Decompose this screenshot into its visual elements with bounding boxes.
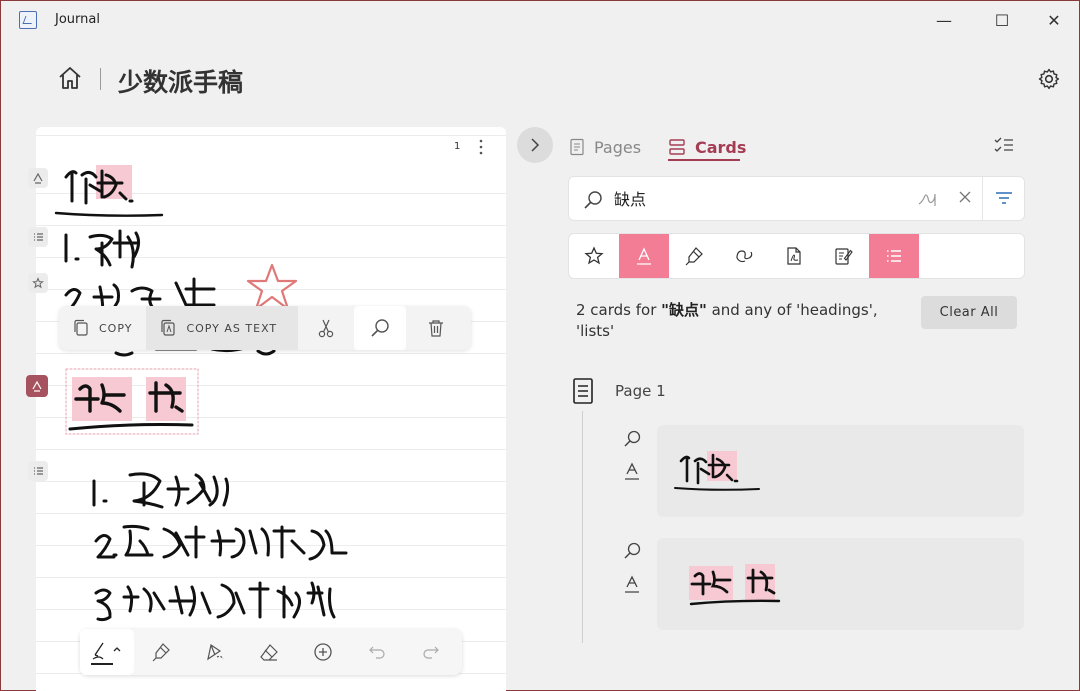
filter-headings[interactable]	[619, 234, 669, 278]
page-title: 少数派手稿	[118, 68, 244, 97]
app-title: Journal	[55, 12, 100, 27]
close-icon[interactable]	[958, 190, 972, 204]
copy-as-text-label: COPY AS TEXT	[186, 321, 278, 335]
scissors-icon	[319, 319, 334, 338]
card-ink-preview	[689, 564, 781, 606]
card-type-filters	[568, 233, 1025, 279]
eraser-icon	[260, 644, 278, 661]
heading-icon	[32, 380, 42, 392]
undo-button[interactable]	[350, 629, 404, 675]
results-query: "缺点"	[661, 301, 707, 319]
checklist-icon[interactable]	[993, 135, 1015, 155]
minimize-button[interactable]: —	[921, 5, 967, 35]
search-icon	[371, 319, 390, 337]
eraser-tool-button[interactable]	[242, 629, 296, 675]
search-input[interactable]	[614, 188, 894, 207]
cards-icon	[669, 139, 685, 155]
search-icon	[584, 191, 602, 209]
search-box	[568, 176, 1025, 221]
card-ink-preview	[674, 451, 760, 491]
close-button[interactable]: ✕	[1031, 5, 1077, 35]
clear-all-button[interactable]: Clear All	[921, 296, 1017, 329]
list-icon	[887, 250, 901, 262]
tab-cards[interactable]: Cards	[668, 133, 746, 161]
search-selection-button[interactable]	[354, 306, 407, 350]
filter-favorites[interactable]	[569, 234, 619, 278]
copy-as-text-button[interactable]: COPY AS TEXT	[146, 306, 299, 350]
search-divider	[982, 177, 983, 220]
pen-tool-button[interactable]	[80, 629, 134, 675]
more-options-icon[interactable]	[474, 137, 488, 157]
copy-text-icon	[161, 319, 176, 336]
lasso-tool-button[interactable]	[188, 629, 242, 675]
plus-circle-icon	[314, 643, 332, 661]
tab-selected-indicator	[668, 159, 740, 161]
selection-toolbar: COPY COPY AS TEXT	[59, 306, 471, 350]
highlighter-icon	[152, 643, 170, 662]
journal-app-icon	[19, 11, 37, 29]
filter-lists[interactable]	[869, 234, 919, 278]
ink-canvas[interactable]: 1	[36, 127, 506, 691]
pdf-icon	[787, 247, 801, 265]
gear-icon[interactable]	[1037, 67, 1061, 91]
tree-connector	[582, 411, 583, 643]
heading-icon	[33, 172, 43, 184]
results-summary: 2 cards for "缺点" and any of 'headings', …	[576, 300, 896, 342]
tab-pages[interactable]: Pages	[569, 133, 641, 161]
pages-icon	[570, 138, 584, 156]
star-icon	[32, 277, 44, 289]
list-icon	[34, 233, 43, 241]
heading-tag[interactable]	[28, 168, 48, 188]
collapse-panel-button[interactable]	[517, 127, 553, 163]
insert-button[interactable]	[296, 629, 350, 675]
highlighter-tool-button[interactable]	[134, 629, 188, 675]
tab-pages-label: Pages	[594, 137, 642, 157]
maximize-button[interactable]: ☐	[979, 5, 1025, 35]
header-separator	[100, 68, 101, 90]
title-bar: Journal — ☐ ✕	[1, 1, 1079, 39]
heading-icon	[637, 247, 651, 265]
list-tag[interactable]	[28, 461, 48, 481]
card-heading-1[interactable]	[657, 425, 1024, 517]
card-heading-2[interactable]	[657, 538, 1024, 630]
trash-icon	[429, 320, 444, 337]
list-tag[interactable]	[28, 227, 48, 247]
highlighter-icon	[685, 247, 703, 266]
heading-icon	[625, 575, 639, 593]
search-icon[interactable]	[622, 541, 642, 561]
pen-toolbar	[80, 629, 462, 675]
page-group-label[interactable]: Page 1	[615, 382, 666, 400]
undo-icon	[369, 646, 385, 659]
filter-highlights[interactable]	[669, 234, 719, 278]
pen-icon	[91, 642, 121, 665]
favorite-tag[interactable]	[28, 273, 48, 293]
chevron-right-icon	[531, 138, 540, 152]
filter-drawings[interactable]	[719, 234, 769, 278]
results-prefix: 2 cards for	[576, 301, 662, 319]
redo-icon	[423, 646, 439, 659]
search-icon[interactable]	[622, 429, 642, 449]
note-edit-icon	[835, 248, 853, 265]
copy-button[interactable]: COPY	[59, 306, 146, 350]
ink-search-icon[interactable]	[917, 189, 941, 207]
copy-icon	[74, 319, 88, 336]
list-icon	[34, 467, 43, 475]
cut-button[interactable]	[298, 306, 354, 350]
home-icon[interactable]	[57, 65, 83, 91]
filter-icon[interactable]	[994, 190, 1014, 206]
filter-documents[interactable]	[769, 234, 819, 278]
star-icon	[584, 246, 604, 265]
page-number: 1	[454, 141, 461, 152]
filter-notes[interactable]	[819, 234, 869, 278]
heading-tag-selected[interactable]	[26, 375, 48, 397]
lasso-pen-icon	[207, 644, 224, 661]
page-icon	[573, 378, 593, 404]
tab-cards-label: Cards	[695, 137, 747, 157]
delete-button[interactable]	[406, 306, 466, 350]
redo-button[interactable]	[404, 629, 458, 675]
heading-icon	[625, 462, 639, 480]
drawing-icon	[736, 250, 753, 263]
copy-label: COPY	[99, 321, 133, 335]
